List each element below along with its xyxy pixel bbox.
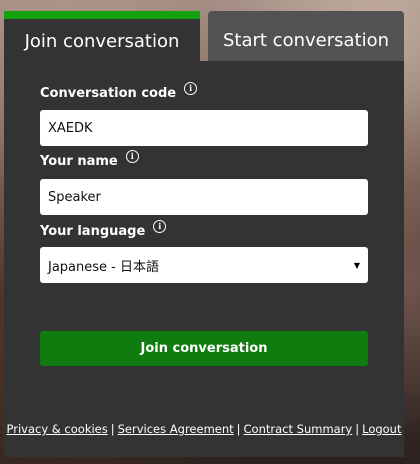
info-icon[interactable]: i [125, 150, 139, 163]
conversation-code-input[interactable] [40, 110, 368, 146]
logout-link[interactable]: Logout [362, 422, 401, 436]
your-name-input[interactable] [40, 179, 368, 215]
tab-start-label: Start conversation [222, 29, 390, 51]
your-language-label-row: Your language i [40, 220, 167, 239]
tab-start-conversation[interactable]: Start conversation [208, 11, 404, 61]
footer-links: Privacy & cookies | Services Agreement | Con… [4, 422, 404, 436]
contract-summary-link[interactable]: Contract Summary [244, 422, 353, 436]
conversation-code-label-row: Conversation code i [40, 82, 198, 101]
conversation-code-label: Conversation code [40, 86, 177, 101]
join-conversation-panel: Conversation code i Your name i Your lan… [4, 61, 404, 457]
chevron-down-icon: ▼ [353, 260, 360, 270]
your-name-label-row: Your name i [40, 150, 139, 169]
language-select[interactable]: Japanese - 日本語 ▼ [40, 247, 368, 283]
info-icon[interactable]: i [153, 220, 167, 233]
join-conversation-button-label: Join conversation [140, 341, 268, 356]
language-select-value: Japanese - 日本語 [48, 259, 159, 275]
footer-separator: | [110, 422, 115, 436]
services-agreement-link[interactable]: Services Agreement [118, 422, 234, 436]
info-icon[interactable]: i [184, 82, 198, 95]
tab-join-label: Join conversation [24, 30, 180, 52]
tab-bar: Join conversation Start conversation [4, 11, 404, 61]
your-name-label: Your name [40, 154, 118, 169]
footer-separator: | [355, 422, 360, 436]
privacy-cookies-link[interactable]: Privacy & cookies [7, 422, 108, 436]
footer-separator: | [236, 422, 241, 436]
your-language-label: Your language [40, 224, 146, 239]
tab-join-conversation[interactable]: Join conversation [4, 11, 200, 61]
join-conversation-button[interactable]: Join conversation [40, 331, 368, 366]
